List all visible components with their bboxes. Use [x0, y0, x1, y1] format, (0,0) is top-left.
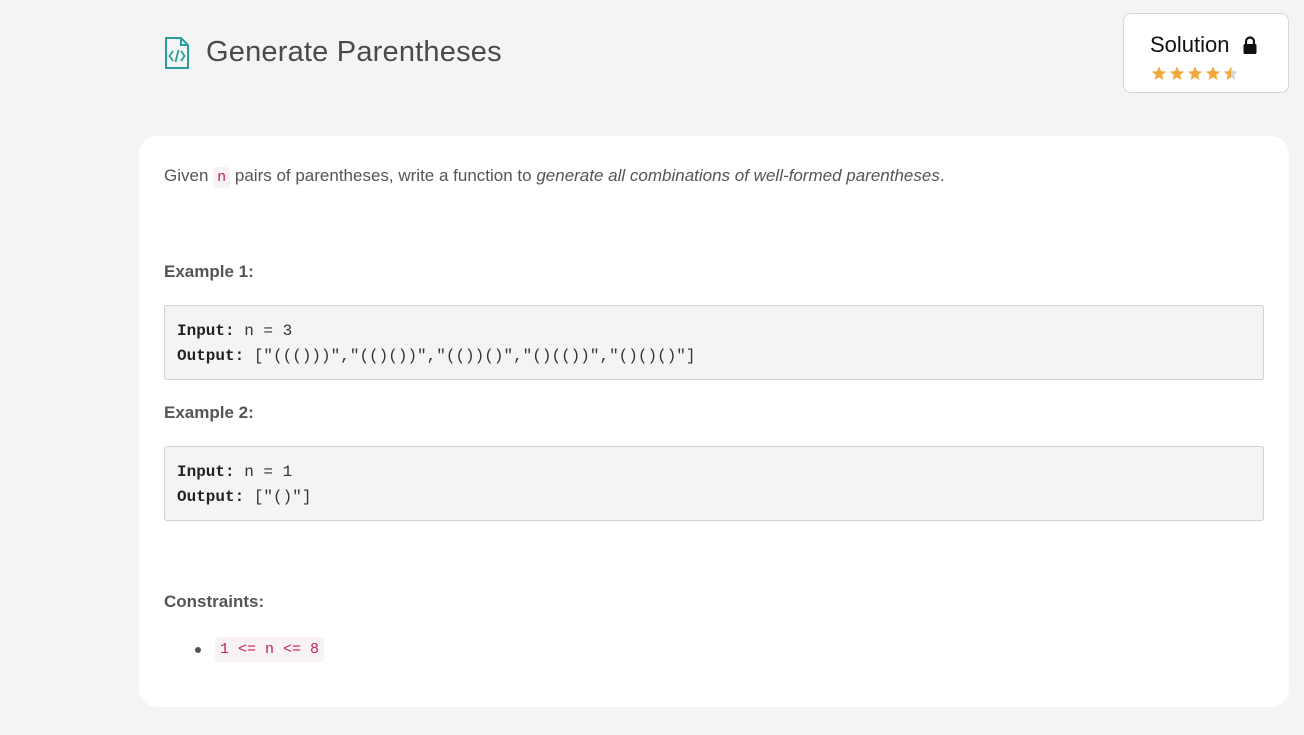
code-file-icon	[165, 36, 189, 69]
example-output-line: Output: ["()"]	[177, 485, 1263, 510]
example-input-line: Input: n = 3	[177, 319, 1263, 344]
description-text: .	[939, 166, 945, 185]
solution-label: Solution	[1150, 32, 1230, 57]
star-icon	[1151, 66, 1167, 80]
star-icon	[1187, 66, 1203, 80]
example-heading: Example 2:	[164, 403, 254, 422]
description-text: pairs of parentheses, write a function t…	[230, 166, 537, 185]
rating-stars	[1150, 65, 1288, 82]
example-block: Input: n = 3 Output: ["((()))","(()())",…	[164, 305, 1264, 380]
variable-code: n	[213, 167, 231, 188]
output-value: ["()"]	[244, 488, 312, 506]
example-block: Input: n = 1 Output: ["()"]	[164, 446, 1264, 521]
problem-description: Given n pairs of parentheses, write a fu…	[164, 166, 945, 188]
half-star-icon	[1223, 66, 1239, 80]
example-heading: Example 1:	[164, 262, 254, 281]
constraint-item: 1 <= n <= 8	[215, 637, 325, 662]
output-label: Output:	[177, 347, 245, 365]
page-title: Generate Parentheses	[206, 36, 502, 68]
constraints-list: 1 <= n <= 8	[195, 637, 325, 662]
bullet-icon	[195, 646, 201, 653]
problem-description-panel: Given n pairs of parentheses, write a fu…	[139, 136, 1289, 707]
output-label: Output:	[177, 488, 245, 506]
description-emphasis: generate all combinations of well-formed…	[536, 166, 940, 185]
lock-icon	[1243, 35, 1257, 54]
input-label: Input:	[177, 322, 235, 340]
star-icon	[1169, 66, 1185, 80]
input-label: Input:	[177, 463, 235, 481]
problem-header: Generate Parentheses	[164, 36, 502, 69]
input-value: n = 1	[234, 463, 293, 481]
example-input-line: Input: n = 1	[177, 460, 1263, 485]
description-text: Given	[164, 166, 214, 185]
example-output-line: Output: ["((()))","(()())","(())()","()(…	[177, 344, 1263, 369]
constraints-heading: Constraints:	[164, 592, 265, 611]
star-icon	[1205, 66, 1221, 80]
solution-button[interactable]: Solution	[1123, 13, 1289, 93]
input-value: n = 3	[234, 322, 293, 340]
output-value: ["((()))","(()())","(())()","()(())","()…	[244, 347, 696, 365]
